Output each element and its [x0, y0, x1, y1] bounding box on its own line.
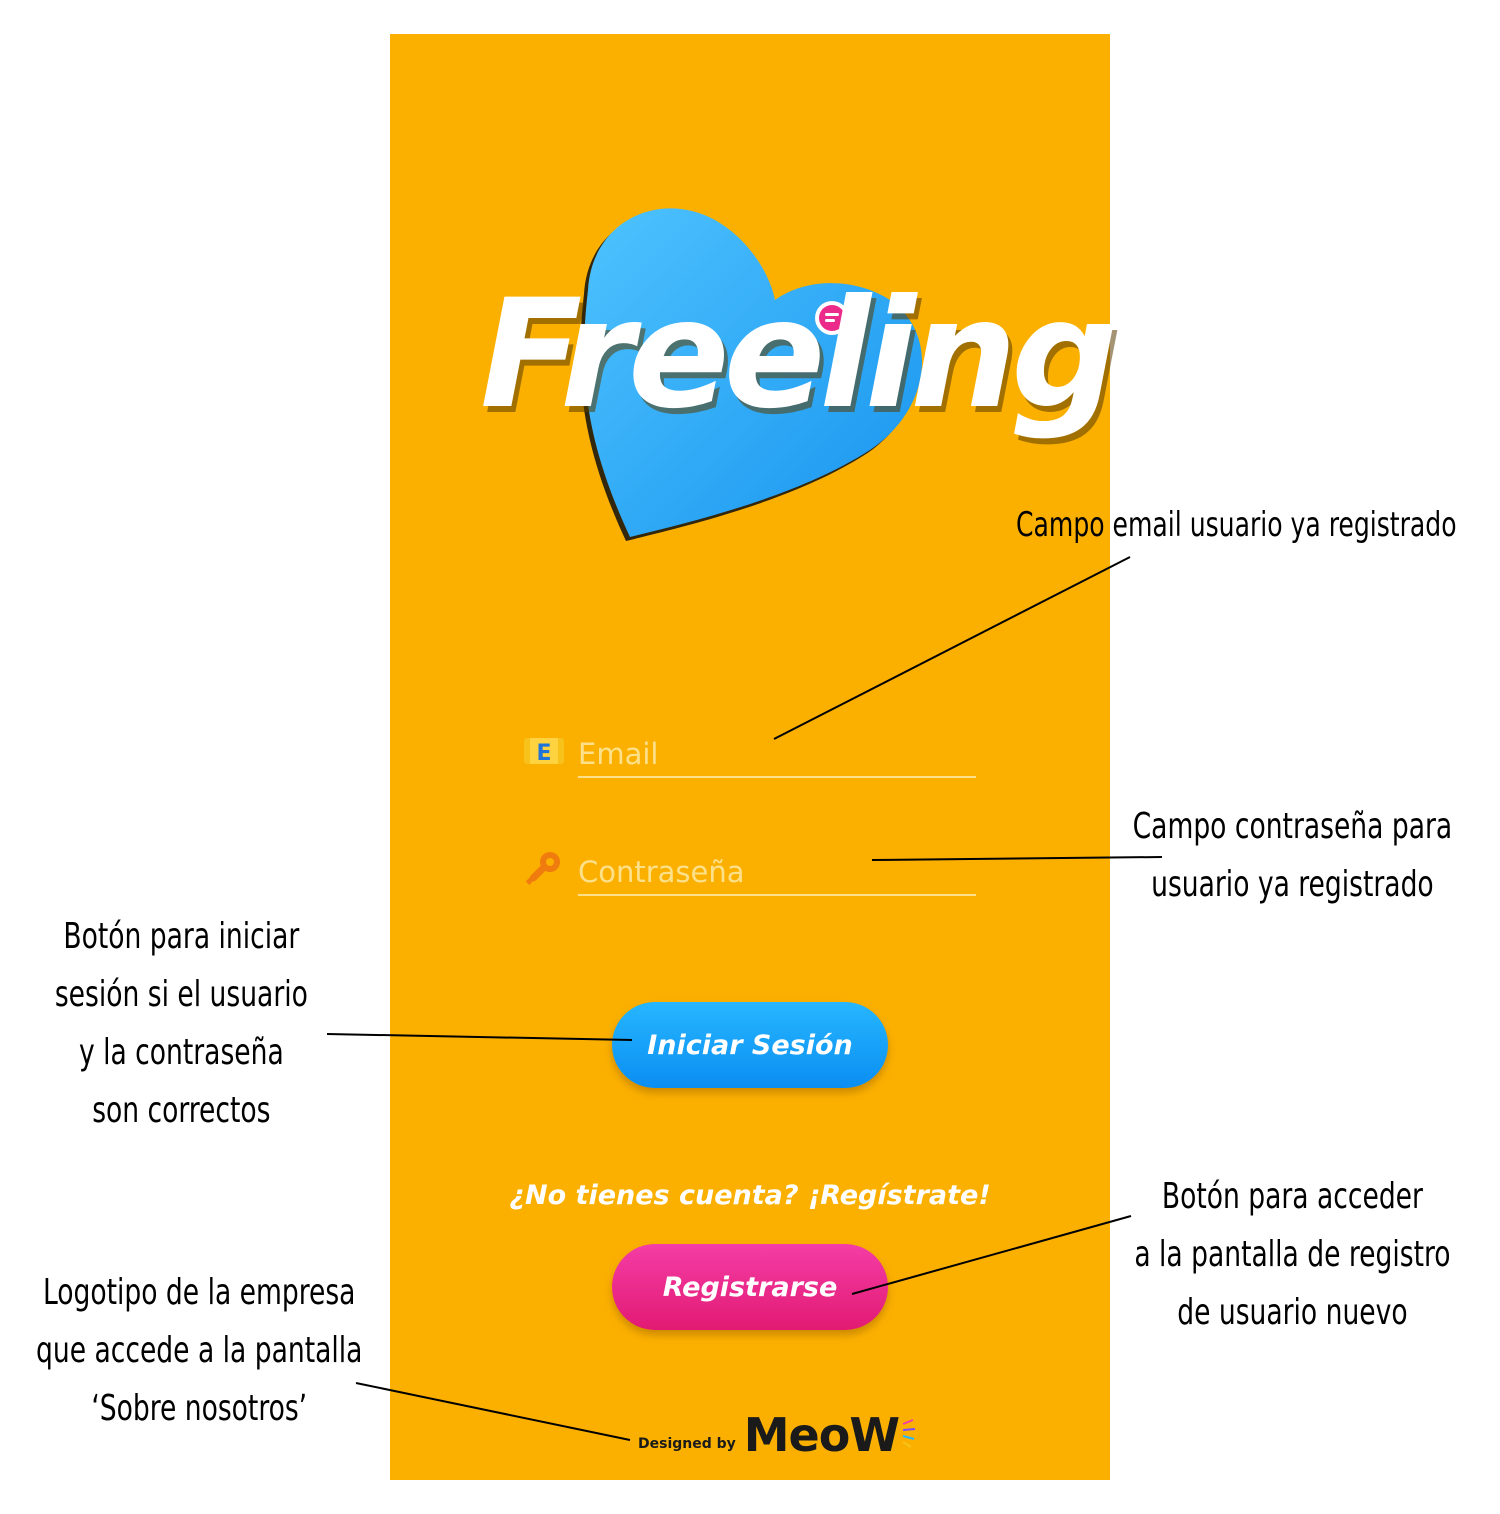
login-annotation-line [326, 1033, 633, 1041]
annotation-email: Campo email usuario ya registrado [1016, 505, 1457, 545]
email-annotation-line [773, 556, 1131, 740]
company-annotation-line [355, 1382, 631, 1441]
annotation-password: Campo contraseña para usuario ya registr… [1132, 806, 1453, 905]
annotation-register: Botón para acceder a la pantalla de regi… [1134, 1176, 1451, 1333]
register-annotation-line [851, 1215, 1132, 1295]
annotation-login: Botón para iniciar sesión si el usuario … [54, 916, 308, 1131]
annotation-company: Logotipo de la empresa que accede a la p… [36, 1272, 363, 1429]
